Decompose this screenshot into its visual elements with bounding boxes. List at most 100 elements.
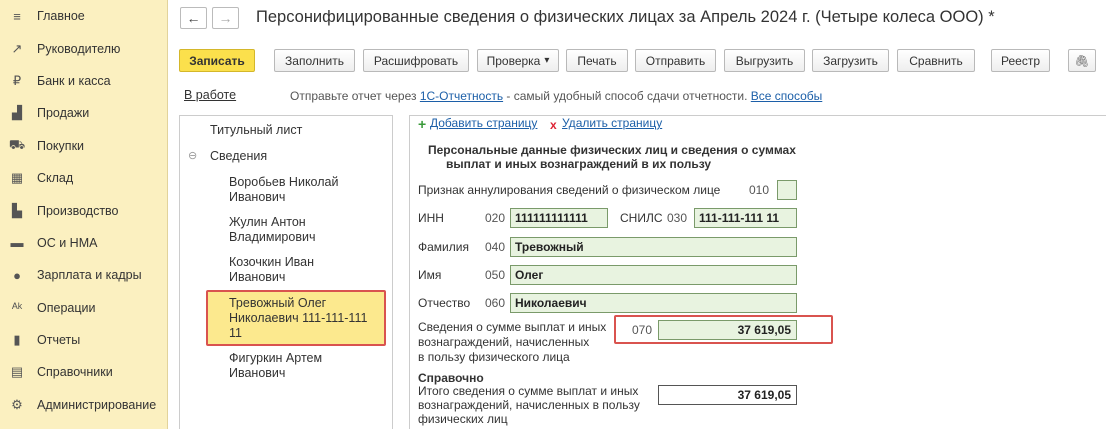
sidebar-item-label: Администрирование (37, 397, 157, 412)
paperclip-icon: 🖇 (1074, 53, 1090, 68)
sidebar-item[interactable]: ≡ Главное (0, 0, 167, 32)
annul-checkbox[interactable] (777, 180, 797, 200)
sidebar-item-label: Зарплата и кадры (37, 268, 142, 283)
sidebar-item-label: Производство (37, 203, 119, 218)
collapse-icon[interactable]: ⊖ (188, 149, 197, 164)
total-label-line2: вознаграждений, начисленных в пользу (418, 398, 640, 412)
name-code: 050 (485, 268, 506, 282)
sidebar-item-label: Операции (37, 300, 96, 315)
name-label: Имя (418, 268, 442, 282)
snils-label: СНИЛС (620, 211, 663, 225)
sidebar-item[interactable]: ▦ Склад (0, 162, 167, 194)
forward-button[interactable]: → (212, 7, 239, 29)
cart-icon: ⛟ (8, 136, 26, 152)
total-label-line3: физических лиц (418, 412, 508, 426)
tree-item-section[interactable]: Сведения (210, 149, 267, 164)
surname-field[interactable]: Тревожный (510, 237, 797, 257)
sidebar-item[interactable]: ⛟ Покупки (0, 130, 167, 162)
sidebar-item-label: Продажи (37, 106, 90, 121)
person-line2: Иванович (229, 190, 286, 204)
sidebar-item-label: ОС и НМА (37, 235, 98, 250)
sidebar-item[interactable]: ᴬᵏ Операции (0, 292, 167, 324)
person-line2: Николаевич 111-111-111 (229, 311, 368, 325)
tree-person-4-selected[interactable]: Тревожный Олег Николаевич 111-111-111 11 (229, 296, 367, 341)
menu-icon: ≡ (13, 8, 21, 24)
operations-icon: ᴬᵏ (11, 300, 23, 316)
sidebar: ≡ Главное ↗ Руководителю ₽ Банк и касса ▟ Прода… (0, 0, 168, 429)
patronymic-code: 060 (485, 296, 506, 310)
person-line1: Воробьев Николай (229, 175, 339, 189)
info-text-before: Отправьте отчет через (290, 89, 420, 103)
patronymic-field[interactable]: Николаевич (510, 293, 797, 313)
sidebar-item[interactable]: ₽ Банк и касса (0, 65, 167, 97)
decode-button[interactable]: Расшифровать (363, 49, 469, 72)
save-button[interactable]: Записать (179, 49, 255, 72)
reference-heading: Справочно (418, 371, 484, 385)
registry-button[interactable]: Реестр (991, 49, 1050, 72)
sidebar-item[interactable]: ▤ Справочники (0, 356, 167, 388)
delete-page-link[interactable]: Удалить страницу (562, 116, 662, 130)
tree-item-title-page[interactable]: Титульный лист (210, 123, 302, 138)
attach-button[interactable]: 🖇 (1068, 49, 1096, 72)
form-heading-line1: Персональные данные физических лиц и све… (428, 143, 796, 157)
send-button[interactable]: Отправить (635, 49, 716, 72)
tree-person-2[interactable]: Жулин Антон Владимирович (229, 215, 315, 245)
tree-person-1[interactable]: Воробьев Николай Иванович (229, 175, 338, 205)
arrow-left-icon: ← (186, 10, 201, 26)
sidebar-item[interactable]: ▙ Производство (0, 194, 167, 226)
link-all-methods[interactable]: Все способы (751, 89, 823, 103)
user-icon: ● (13, 267, 21, 283)
total-field: 37 619,05 (658, 385, 797, 405)
person-line2: Иванович (229, 270, 286, 284)
check-button-label: Проверка (486, 53, 541, 68)
sidebar-item[interactable]: ⚙ Администрирование (0, 389, 167, 421)
delete-icon: x (550, 118, 557, 132)
sidebar-item-label: Банк и касса (37, 73, 111, 88)
back-button[interactable]: ← (180, 7, 207, 29)
sidebar-item[interactable]: ● Зарплата и кадры (0, 259, 167, 291)
sidebar-item-label: Руководителю (37, 41, 121, 56)
sidebar-item-label: Склад (37, 171, 74, 186)
sum-label: Сведения о сумме выплат и иных вознаграж… (418, 320, 606, 365)
name-field[interactable]: Олег (510, 265, 797, 285)
check-dropdown-button[interactable]: Проверка ▾ (477, 49, 559, 72)
factory-icon: ▙ (12, 202, 22, 218)
link-1c-reporting[interactable]: 1С-Отчетность (420, 89, 503, 103)
patronymic-label: Отчество (418, 296, 471, 310)
fill-button[interactable]: Заполнить (274, 49, 355, 72)
truck-icon: ▬ (10, 235, 24, 251)
person-line1: Козочкин Иван (229, 255, 315, 269)
tree-person-3[interactable]: Козочкин Иван Иванович (229, 255, 314, 285)
sidebar-item[interactable]: ▟ Продажи (0, 97, 167, 129)
info-line: Отправьте отчет через 1С-Отчетность - са… (290, 89, 822, 103)
person-line2: Владимирович (229, 230, 316, 244)
sum-label-line3: в пользу физического лица (418, 350, 570, 364)
sum-field[interactable]: 37 619,05 (658, 320, 797, 340)
annul-label: Признак аннулирования сведений о физичес… (418, 183, 721, 197)
sum-code: 070 (632, 323, 653, 337)
compare-button[interactable]: Сравнить (897, 49, 975, 72)
person-line1: Фигуркин Артем (229, 351, 323, 365)
export-button[interactable]: Выгрузить (724, 49, 805, 72)
add-icon: + (418, 116, 427, 132)
sidebar-item-label: Отчеты (37, 333, 81, 348)
sidebar-item[interactable]: ↗ Руководителю (0, 32, 167, 64)
sidebar-item[interactable]: ▬ ОС и НМА (0, 227, 167, 259)
tree-person-5[interactable]: Фигуркин Артем Иванович (229, 351, 322, 381)
total-label-line1: Итого сведения о сумме выплат и иных (418, 384, 639, 398)
surname-code: 040 (485, 240, 506, 254)
warehouse-icon: ▦ (10, 170, 24, 186)
sidebar-item-label: Справочники (37, 365, 113, 380)
total-label: Итого сведения о сумме выплат и иных воз… (418, 384, 640, 426)
person-line2: Иванович (229, 366, 286, 380)
snils-field[interactable]: 111-111-111 11 (694, 208, 797, 228)
status-link[interactable]: В работе (184, 88, 236, 102)
person-line1: Тревожный Олег (229, 296, 327, 310)
person-line1: Жулин Антон (229, 215, 306, 229)
bars-icon: ▮ (13, 332, 21, 348)
print-button[interactable]: Печать (566, 49, 628, 72)
sidebar-item[interactable]: ▮ Отчеты (0, 324, 167, 356)
inn-field[interactable]: 111111111111 (510, 208, 608, 228)
load-button[interactable]: Загрузить (812, 49, 889, 72)
add-page-link[interactable]: Добавить страницу (430, 116, 537, 130)
